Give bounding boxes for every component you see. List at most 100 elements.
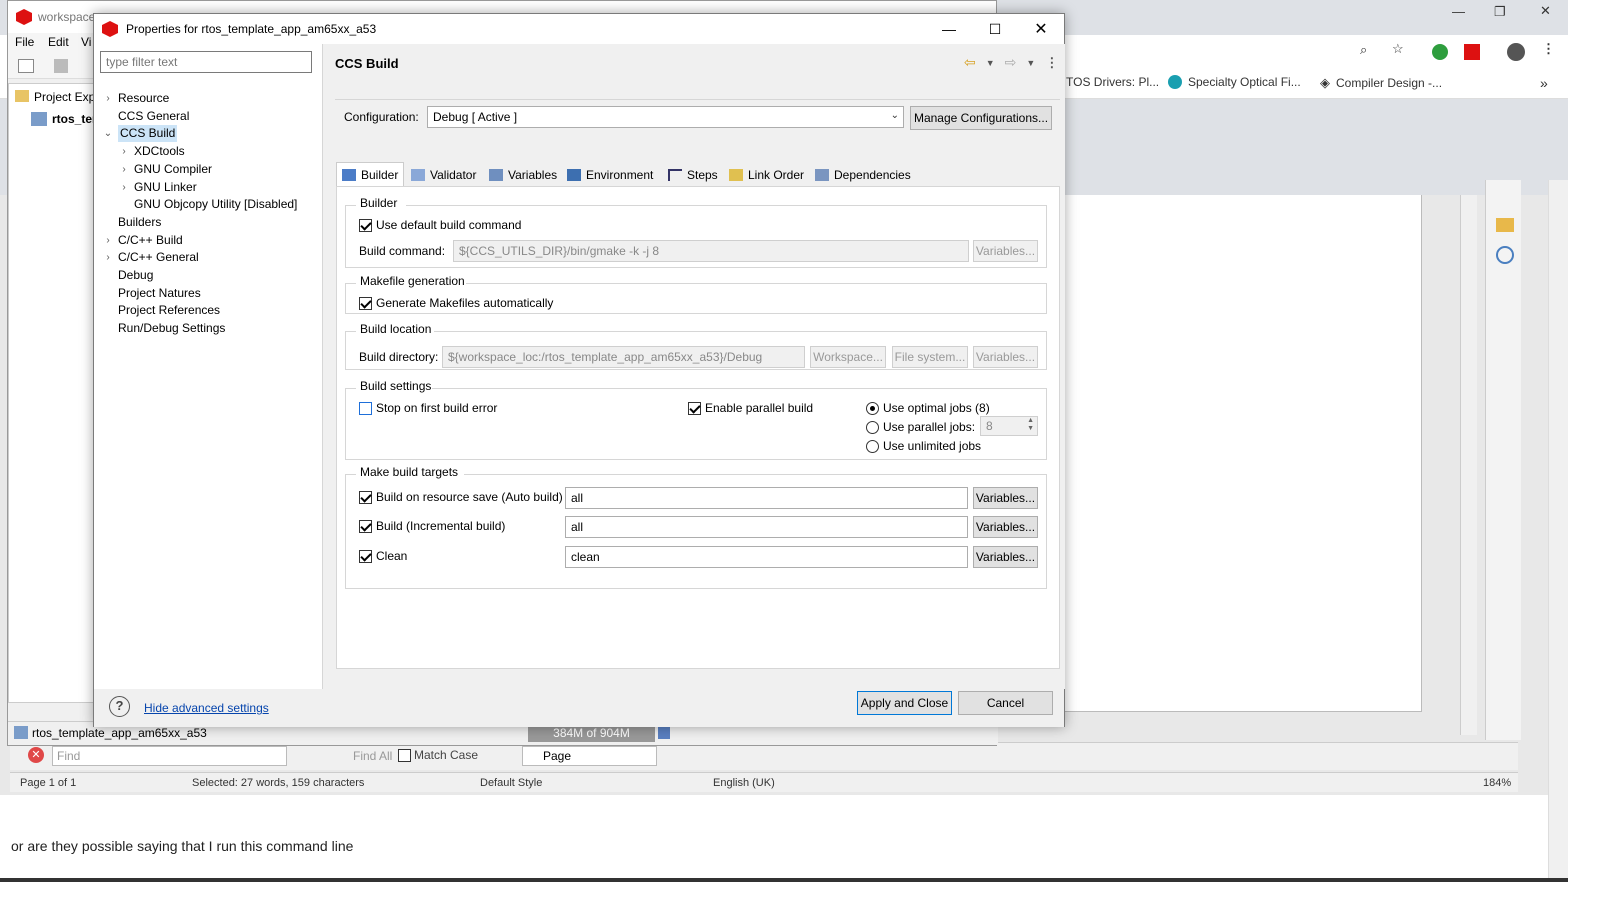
ccs-logo-icon xyxy=(102,21,118,37)
browser-scrollbar[interactable] xyxy=(1548,180,1568,880)
parallel-jobs-spinner[interactable]: 8 ▲ ▼ xyxy=(980,416,1038,436)
find-all-button[interactable]: Find All xyxy=(353,749,392,763)
tree-item[interactable]: CCS General xyxy=(102,108,189,125)
tree-item[interactable]: › C/C++ General xyxy=(102,249,198,266)
variables-button[interactable]: Variables... xyxy=(973,546,1038,568)
back-arrow-icon[interactable]: ⇦ xyxy=(964,54,976,71)
document-scrollbar[interactable] xyxy=(1460,195,1477,735)
extension-icon[interactable] xyxy=(1464,44,1480,60)
enable-parallel-build-checkbox[interactable]: Enable parallel build xyxy=(688,401,813,415)
incremental-build-checkbox[interactable]: Build (Incremental build) xyxy=(359,519,505,533)
navigator-icon[interactable] xyxy=(1496,246,1514,264)
close-icon[interactable]: ✕ xyxy=(1540,3,1551,19)
tree-item[interactable]: GNU Objcopy Utility [Disabled] xyxy=(118,196,297,213)
twisty-icon[interactable]: ⌄ xyxy=(102,125,114,142)
workspace-button[interactable]: Workspace... xyxy=(810,346,886,368)
bookmark-item[interactable]: Specialty Optical Fi... xyxy=(1168,75,1301,89)
close-find-icon[interactable]: ✕ xyxy=(28,747,44,763)
find-input[interactable]: Find xyxy=(52,746,287,766)
back-dropdown-icon[interactable]: ▼ xyxy=(986,58,995,68)
build-command-field[interactable]: ${CCS_UTILS_DIR}/bin/gmake -k -j 8 xyxy=(453,240,969,262)
twisty-icon[interactable]: › xyxy=(102,90,114,107)
tab-dependencies[interactable]: Dependencies xyxy=(810,164,916,186)
help-icon[interactable]: ? xyxy=(109,696,130,717)
twisty-icon[interactable]: › xyxy=(118,143,130,160)
tab-environment[interactable]: Environment xyxy=(562,164,658,186)
match-case-checkbox[interactable]: Match Case xyxy=(398,748,478,762)
manage-configurations-button[interactable]: Manage Configurations... xyxy=(910,106,1052,130)
use-default-build-checkbox[interactable]: Use default build command xyxy=(359,218,521,232)
variables-button[interactable]: Variables... xyxy=(973,240,1038,262)
maximize-icon[interactable]: ☐ xyxy=(972,14,1018,44)
view-menu-icon[interactable]: ⋮ xyxy=(1045,55,1058,71)
tree-item[interactable]: › GNU Linker xyxy=(118,179,196,196)
minimize-icon[interactable]: — xyxy=(1452,4,1465,19)
file-system-button[interactable]: File system... xyxy=(892,346,968,368)
new-icon[interactable] xyxy=(18,59,34,73)
tree-item[interactable]: Builders xyxy=(102,214,161,231)
tree-item[interactable]: Project References xyxy=(102,302,220,319)
tree-item[interactable]: Debug xyxy=(102,267,153,284)
cancel-button[interactable]: Cancel xyxy=(958,691,1053,715)
incremental-build-target-field[interactable]: all xyxy=(565,516,968,538)
tree-item[interactable]: › XDCtools xyxy=(118,143,184,160)
use-unlimited-jobs-radio[interactable]: Use unlimited jobs xyxy=(866,439,981,453)
stop-first-error-checkbox[interactable]: Stop on first build error xyxy=(359,401,497,415)
tree-item[interactable]: ⌄ CCS Build xyxy=(102,125,178,143)
spinner-arrows-icon[interactable]: ▲ ▼ xyxy=(1027,417,1034,433)
restore-icon[interactable]: ❐ xyxy=(1494,4,1506,20)
auto-build-target-field[interactable]: all xyxy=(565,487,968,509)
tree-item[interactable]: › C/C++ Build xyxy=(102,232,182,249)
gc-icon[interactable] xyxy=(658,726,670,739)
use-optimal-jobs-radio[interactable]: Use optimal jobs (8) xyxy=(866,401,990,415)
zoom-icon[interactable]: ⌕ xyxy=(1360,42,1367,58)
variables-button[interactable]: Variables... xyxy=(973,346,1038,368)
tree-item[interactable]: Project Natures xyxy=(102,285,201,302)
extension-icon[interactable] xyxy=(1432,44,1448,60)
tab-link-order[interactable]: Link Order xyxy=(724,164,809,186)
menu-edit[interactable]: Edit xyxy=(48,35,69,49)
star-icon[interactable]: ☆ xyxy=(1392,41,1404,57)
tree-item[interactable]: › GNU Compiler xyxy=(118,161,212,178)
forward-dropdown-icon[interactable]: ▼ xyxy=(1026,58,1035,68)
menu-kebab-icon[interactable]: ⋮ xyxy=(1542,41,1555,57)
menu-file[interactable]: File xyxy=(15,35,34,49)
twisty-icon[interactable]: › xyxy=(118,161,130,178)
build-directory-field[interactable]: ${workspace_loc:/rtos_template_app_am65x… xyxy=(442,346,805,368)
save-icon[interactable] xyxy=(54,59,68,73)
use-parallel-jobs-radio[interactable]: Use parallel jobs: xyxy=(866,420,975,434)
clean-target-field[interactable]: clean xyxy=(565,546,968,568)
tab-steps[interactable]: Steps xyxy=(663,164,723,186)
generate-makefiles-checkbox[interactable]: Generate Makefiles automatically xyxy=(359,296,553,310)
bookmark-item[interactable]: ◈ Compiler Design -... xyxy=(1320,75,1442,91)
tree-item[interactable]: › Resource xyxy=(102,90,169,107)
menu-view[interactable]: Vi xyxy=(81,35,91,49)
forward-arrow-icon[interactable]: ⇨ xyxy=(1005,54,1017,71)
tree-item[interactable]: Run/Debug Settings xyxy=(102,320,225,337)
clean-checkbox[interactable]: Clean xyxy=(359,549,407,563)
tab-variables[interactable]: Variables xyxy=(484,164,562,186)
tab-builder[interactable]: Builder xyxy=(336,162,405,186)
twisty-icon[interactable]: › xyxy=(102,249,114,266)
more-bookmarks-button[interactable]: » xyxy=(1540,75,1548,91)
configuration-select[interactable]: Debug [ Active ] ⌄ xyxy=(427,106,904,128)
apply-and-close-button[interactable]: Apply and Close xyxy=(857,691,952,715)
filter-input[interactable]: type filter text xyxy=(100,51,312,73)
tab-validator[interactable]: Validator xyxy=(406,164,481,186)
find-page-select[interactable]: Page xyxy=(522,746,657,766)
profile-icon[interactable] xyxy=(1507,43,1525,61)
twisty-icon[interactable]: › xyxy=(118,179,130,196)
validator-icon xyxy=(411,169,425,181)
hide-advanced-link[interactable]: Hide advanced settings xyxy=(144,701,269,715)
bookmark-item[interactable]: TOS Drivers: Pl... xyxy=(1066,75,1159,89)
variables-button[interactable]: Variables... xyxy=(973,487,1038,509)
twisty-icon[interactable]: › xyxy=(102,232,114,249)
project-explorer-label[interactable]: Project Exp xyxy=(34,90,95,104)
minimize-icon[interactable]: — xyxy=(926,14,972,44)
auto-build-checkbox[interactable]: Build on resource save (Auto build) xyxy=(359,490,563,504)
variables-button[interactable]: Variables... xyxy=(973,516,1038,538)
project-item[interactable]: rtos_ter xyxy=(52,112,97,126)
close-icon[interactable]: ✕ xyxy=(1018,14,1064,44)
tab-label: Builder xyxy=(361,167,399,182)
gallery-icon[interactable] xyxy=(1496,218,1514,232)
